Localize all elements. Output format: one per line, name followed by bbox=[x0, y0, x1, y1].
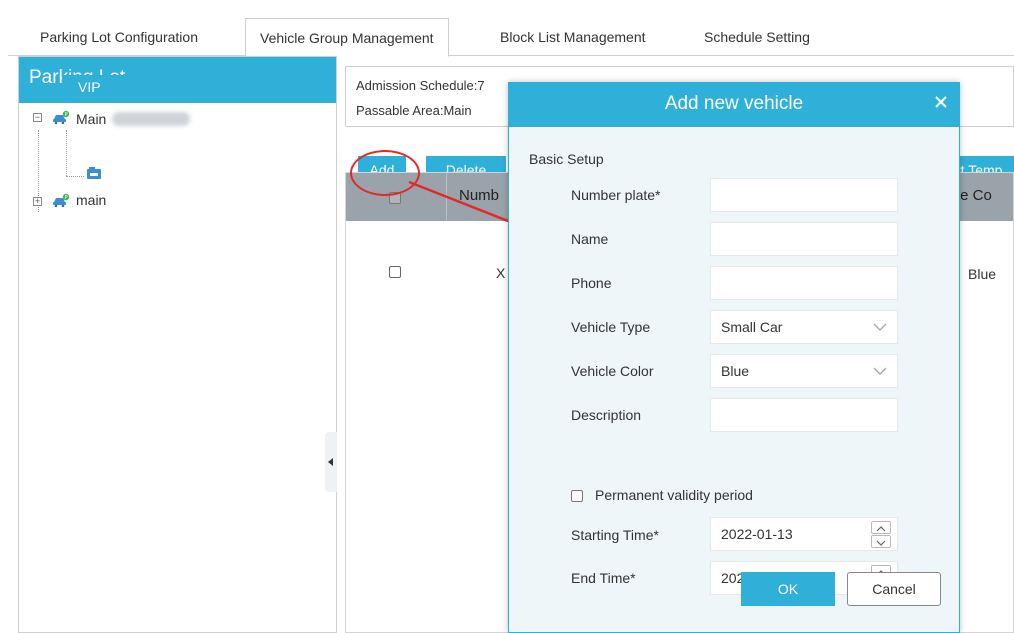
name-input[interactable] bbox=[710, 222, 898, 256]
vehicle-group-icon bbox=[87, 167, 101, 179]
dialog-title: Add new vehicle bbox=[664, 93, 804, 114]
spin-down-button[interactable] bbox=[871, 535, 891, 548]
tab-vehicle-group-management[interactable]: Vehicle Group Management bbox=[245, 18, 449, 57]
vehicle-color-value: Blue bbox=[721, 363, 750, 379]
svg-text:P: P bbox=[65, 195, 68, 201]
permanent-validity-label: Permanent validity period bbox=[595, 487, 753, 503]
chevron-down-icon bbox=[873, 323, 887, 331]
name-label: Name bbox=[571, 231, 609, 247]
tab-schedule-setting[interactable]: Schedule Setting bbox=[690, 18, 824, 56]
starting-time-field[interactable]: 2022-01-13 bbox=[710, 517, 898, 551]
starting-time-value: 2022-01-13 bbox=[721, 526, 793, 542]
chevron-down-icon bbox=[876, 540, 886, 546]
number-plate-input[interactable] bbox=[710, 178, 898, 212]
spin-up-button[interactable] bbox=[871, 521, 891, 534]
description-input[interactable] bbox=[710, 398, 898, 432]
phone-input[interactable] bbox=[710, 266, 898, 300]
admission-schedule: Admission Schedule:7 bbox=[356, 78, 485, 93]
tree-node-label: VIP bbox=[78, 79, 101, 95]
close-icon[interactable] bbox=[933, 94, 949, 110]
collapse-panel-handle[interactable] bbox=[325, 432, 337, 492]
passable-area: Passable Area:Main bbox=[356, 103, 472, 118]
cancel-button[interactable]: Cancel bbox=[847, 572, 941, 606]
ok-button[interactable]: OK bbox=[741, 572, 835, 606]
starting-time-label: Starting Time* bbox=[571, 527, 659, 543]
parking-lot-icon: P bbox=[53, 110, 70, 124]
parking-lot-icon: P bbox=[53, 193, 70, 207]
vehicle-color-select[interactable]: Blue bbox=[710, 354, 898, 388]
tab-bar: Parking Lot Configuration Vehicle Group … bbox=[8, 8, 1014, 57]
chevron-down-icon bbox=[873, 367, 887, 375]
dialog-header: Add new vehicle bbox=[509, 83, 959, 127]
table-cell-color: Blue bbox=[968, 266, 997, 282]
vehicle-type-select[interactable]: Small Car bbox=[710, 310, 898, 344]
vehicle-type-label: Vehicle Type bbox=[571, 319, 651, 335]
phone-label: Phone bbox=[571, 275, 612, 291]
add-vehicle-dialog: Add new vehicle Basic Setup Number plate… bbox=[508, 82, 960, 633]
collapse-toggle[interactable]: − bbox=[33, 113, 42, 122]
redacted-group-name bbox=[112, 112, 190, 126]
number-plate-label: Number plate* bbox=[571, 187, 661, 203]
chevron-up-icon bbox=[876, 526, 886, 532]
table-cell-number: X bbox=[496, 265, 506, 281]
end-time-label: End Time* bbox=[571, 570, 636, 586]
row-checkbox[interactable] bbox=[389, 266, 401, 278]
tree-node-main[interactable]: Main bbox=[76, 111, 106, 127]
tree-node-vip[interactable]: VIP bbox=[62, 75, 332, 101]
tree-node-main-2[interactable]: main bbox=[76, 192, 106, 208]
expand-toggle[interactable]: + bbox=[33, 197, 42, 206]
dialog-body: Basic Setup Number plate* Name Phone Veh… bbox=[509, 127, 959, 632]
tab-parking-lot-configuration[interactable]: Parking Lot Configuration bbox=[26, 18, 212, 56]
tree-line bbox=[66, 130, 67, 176]
permanent-validity-checkbox[interactable] bbox=[571, 490, 583, 502]
section-title: Basic Setup bbox=[529, 151, 604, 167]
tree-line bbox=[66, 176, 84, 177]
vehicle-type-value: Small Car bbox=[721, 319, 783, 335]
date-spinner bbox=[871, 521, 891, 548]
svg-text:P: P bbox=[65, 112, 68, 118]
tab-block-list-management[interactable]: Block List Management bbox=[486, 18, 660, 56]
vehicle-color-label: Vehicle Color bbox=[571, 363, 654, 379]
description-label: Description bbox=[571, 407, 642, 423]
